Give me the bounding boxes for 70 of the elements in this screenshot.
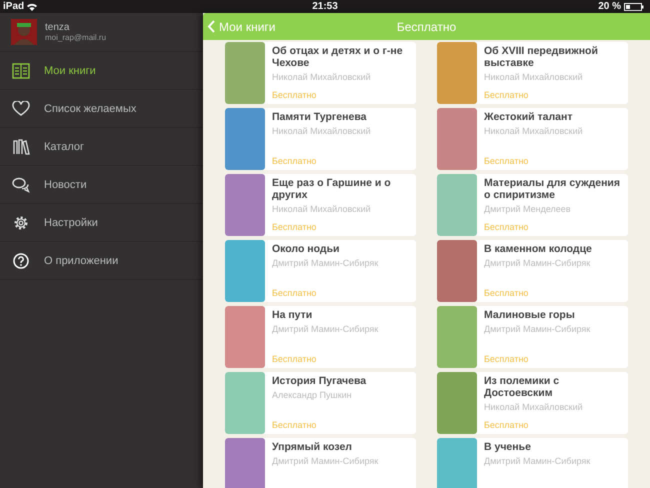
book-author: Николай Михайловский (272, 204, 372, 214)
avatar-icon (11, 19, 37, 45)
book-card[interactable]: Об отцах и детях и о г-не Чехове Николай Михайловский Бесплатно (225, 42, 416, 104)
book-price: Бесплатно (484, 354, 530, 364)
book-price: Бесплатно (272, 354, 318, 364)
battery-percent: 20 % (598, 1, 621, 12)
book-card[interactable]: Еще раз о Гаршине и о других Николай Михайловский Бесплатно (225, 174, 416, 236)
chat-icon (12, 176, 30, 192)
book-author: Дмитрий Мамин-Сибиряк (484, 258, 592, 268)
book-title: История Пугачева (272, 375, 368, 387)
wifi-icon (27, 2, 38, 10)
status-time: 21:53 (312, 1, 338, 12)
battery-icon (624, 2, 644, 10)
book-title: Памяти Тургенева (272, 111, 368, 123)
book-author: Дмитрий Менделеев (484, 204, 572, 214)
book-author: Дмитрий Мамин-Сибиряк (272, 456, 380, 466)
book-author: Дмитрий Мамин-Сибиряк (484, 456, 592, 466)
device-name: iPad (3, 1, 24, 12)
book-price: Бесплатно (272, 156, 318, 166)
book-card[interactable]: На пути Дмитрий Мамин-Сибиряк Бесплатно (225, 306, 416, 368)
book-title: Около нодьи (272, 243, 340, 255)
book-card[interactable]: В каменном колодце Дмитрий Мамин-Сибиряк Бесплатно (437, 240, 628, 302)
help-icon (12, 252, 30, 268)
book-author: Дмитрий Мамин-Сибиряк (272, 258, 380, 268)
book-title: Упрямый козел (272, 441, 353, 453)
book-card[interactable]: Об XVIII передвижной выставке Николай Михайловский Бесплатно (437, 42, 628, 104)
book-author: Александр Пушкин (272, 390, 353, 400)
book-author: Николай Михайловский (484, 402, 584, 412)
book-card[interactable]: Жестокий талант Николай Михайловский Бесплатно (437, 108, 628, 170)
book-title: В ученье (484, 441, 532, 453)
book-title: Малиновые горы (484, 309, 576, 321)
book-title: Еще раз о Гаршине и о других (272, 177, 392, 201)
book-author: Дмитрий Мамин-Сибиряк (272, 324, 380, 334)
book-author: Николай Михайловский (272, 126, 372, 136)
book-icon (12, 62, 30, 78)
book-price: Бесплатно (272, 222, 318, 232)
book-author: Николай Михайловский (484, 72, 584, 82)
user-name: tenza (45, 22, 70, 33)
book-author: Дмитрий Мамин-Сибиряк (484, 324, 592, 334)
book-title: Об XVIII передвижной выставке (484, 45, 599, 69)
book-title: Материалы для суждения о спиритизме (484, 177, 622, 201)
chevron-left-icon (207, 20, 215, 33)
book-card[interactable]: Около нодьи Дмитрий Мамин-Сибиряк Бесплатно (225, 240, 416, 302)
book-price: Бесплатно (272, 288, 318, 298)
book-price: Бесплатно (484, 222, 530, 232)
user-email: moi_rap@mail.ru (45, 33, 106, 42)
book-author: Николай Михайловский (272, 72, 372, 82)
book-author: Николай Михайловский (484, 126, 584, 136)
book-card[interactable]: Из полемики с Достоевским Николай Михайловский Бесплатно (437, 372, 628, 434)
heart-icon (12, 100, 30, 116)
book-card[interactable]: Упрямый козел Дмитрий Мамин-Сибиряк (225, 438, 416, 488)
book-card[interactable]: Малиновые горы Дмитрий Мамин-Сибиряк Бесплатно (437, 306, 628, 368)
book-price: Бесплатно (484, 90, 530, 100)
book-card[interactable]: Памяти Тургенева Николай Михайловский Бесплатно (225, 108, 416, 170)
book-card[interactable]: Материалы для суждения о спиритизме Дмитрий Менделеев Бесплатно (437, 174, 628, 236)
book-price: Бесплатно (484, 420, 530, 430)
book-title: В каменном колодце (484, 243, 593, 255)
book-price: Бесплатно (272, 90, 318, 100)
settings-icon (12, 214, 30, 230)
book-price: Бесплатно (484, 288, 530, 298)
book-price: Бесплатно (272, 420, 318, 430)
nav-title: Бесплатно (396, 20, 456, 34)
books-icon (12, 138, 30, 154)
book-card[interactable]: В ученье Дмитрий Мамин-Сибиряк (437, 438, 628, 488)
book-price: Бесплатно (484, 156, 530, 166)
book-title: Об отцах и детях и о г-не Чехове (272, 45, 404, 69)
book-title: Жестокий талант (484, 111, 574, 123)
book-title: На пути (272, 309, 314, 321)
book-card[interactable]: История Пугачева Александр Пушкин Бесплатно (225, 372, 416, 434)
book-title: Из полемики с Достоевским (484, 375, 560, 399)
